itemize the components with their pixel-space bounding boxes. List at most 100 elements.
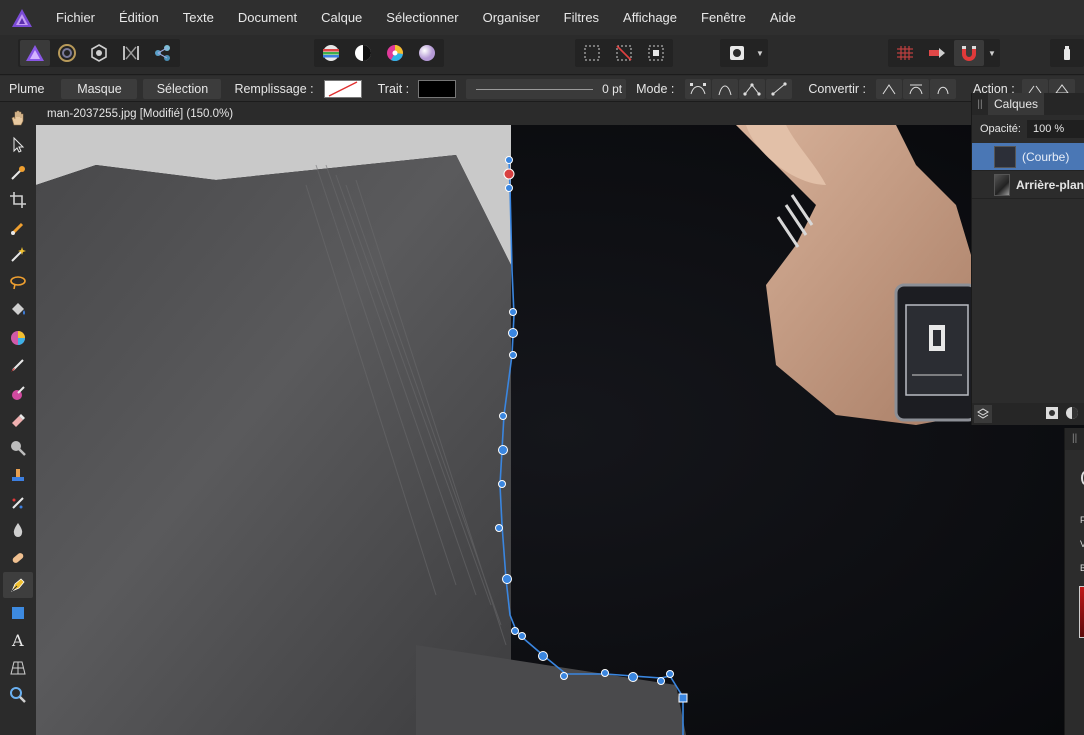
auto-white-balance-icon[interactable] (412, 40, 442, 66)
assistant-group (1050, 39, 1084, 67)
flood-fill-tool-icon[interactable] (3, 297, 33, 323)
path-node[interactable] (495, 524, 503, 532)
grid-icon[interactable] (890, 40, 920, 66)
convert-sharp-icon[interactable] (876, 78, 902, 99)
path-node[interactable] (666, 670, 674, 678)
selection-button[interactable]: Sélection (143, 78, 222, 99)
menu-affichage[interactable]: Affichage (611, 0, 689, 35)
path-node[interactable] (498, 480, 506, 488)
auto-colors-icon[interactable] (380, 40, 410, 66)
layer-row-background[interactable]: Arrière-plan (972, 171, 1084, 199)
path-node[interactable] (509, 308, 517, 316)
path-node[interactable] (499, 412, 507, 420)
convert-smart-icon[interactable] (930, 78, 956, 99)
layer-row-curve[interactable]: (Courbe) (972, 143, 1084, 171)
pen-tool-icon[interactable] (3, 572, 33, 598)
deselect-icon[interactable] (609, 40, 639, 66)
adjustment-layer-icon[interactable] (1065, 406, 1079, 423)
magic-wand-tool-icon[interactable] (3, 242, 33, 268)
path-node-selected[interactable] (503, 168, 515, 180)
auto-contrast-icon[interactable] (348, 40, 378, 66)
patch-tool-icon[interactable] (3, 545, 33, 571)
smart-mode-icon[interactable] (712, 78, 739, 99)
path-node[interactable] (657, 677, 665, 685)
auto-levels-icon[interactable] (316, 40, 346, 66)
layer-stack-icon[interactable] (974, 405, 992, 423)
assistant-icon[interactable] (1052, 40, 1082, 66)
menu-selectionner[interactable]: Sélectionner (374, 0, 470, 35)
selection-brush-tool-icon[interactable] (3, 215, 33, 241)
polygon-mode-icon[interactable] (739, 78, 766, 99)
export-persona-icon[interactable] (148, 40, 178, 66)
move-tool-icon[interactable] (3, 132, 33, 158)
marquee-selection-icon[interactable] (577, 40, 607, 66)
pen-mode-icon[interactable] (685, 78, 712, 99)
menu-organiser[interactable]: Organiser (471, 0, 552, 35)
affinity-photo-logo[interactable] (0, 0, 44, 35)
mask-button[interactable]: Masque (61, 78, 138, 99)
path-node[interactable] (518, 632, 526, 640)
path-node[interactable] (505, 184, 513, 192)
quick-mask-dropdown-icon[interactable]: ▼ (754, 40, 766, 66)
menu-document[interactable]: Document (226, 0, 309, 35)
path-node[interactable] (601, 669, 609, 677)
path-node[interactable] (560, 672, 568, 680)
path-node[interactable] (502, 574, 512, 584)
hand-tool-icon[interactable] (3, 105, 33, 131)
path-node[interactable] (628, 672, 638, 682)
path-node[interactable] (505, 156, 513, 164)
snapping-dropdown-icon[interactable]: ▼ (986, 40, 998, 66)
opacity-field[interactable]: 100 % (1026, 120, 1084, 138)
quick-mask-icon[interactable] (722, 40, 752, 66)
gradient-tool-icon[interactable] (3, 325, 33, 351)
path-node[interactable] (498, 445, 508, 455)
menu-filtres[interactable]: Filtres (552, 0, 611, 35)
layers-tab[interactable]: Calques (988, 93, 1045, 115)
freehand-selection-tool-icon[interactable] (3, 270, 33, 296)
inpainting-tool-icon[interactable] (3, 490, 33, 516)
path-node[interactable] (511, 627, 519, 635)
stroke-swatch[interactable] (418, 79, 457, 98)
path-end-node[interactable] (678, 693, 688, 703)
menu-fenetre[interactable]: Fenêtre (689, 0, 758, 35)
photo-persona-icon[interactable] (20, 40, 50, 66)
path-node[interactable] (508, 328, 518, 338)
rectangle-tool-icon[interactable] (3, 600, 33, 626)
color-picker-tool-icon[interactable] (3, 160, 33, 186)
path-node[interactable] (509, 351, 517, 359)
mask-layer-icon[interactable] (1045, 406, 1059, 423)
document-tab[interactable]: man-2037255.jpg [Modifié] (150.0%) (36, 103, 1084, 125)
develop-persona-icon[interactable] (84, 40, 114, 66)
menu-texte[interactable]: Texte (171, 0, 226, 35)
erase-brush-tool-icon[interactable] (3, 407, 33, 433)
fill-swatch[interactable] (323, 79, 362, 98)
document-canvas[interactable] (36, 125, 1084, 735)
tone-mapping-persona-icon[interactable] (116, 40, 146, 66)
color-replacement-tool-icon[interactable] (3, 380, 33, 406)
line-mode-icon[interactable] (766, 78, 793, 99)
paint-brush-tool-icon[interactable] (3, 352, 33, 378)
artistic-text-tool-icon[interactable]: A (3, 627, 33, 653)
menu-aide[interactable]: Aide (758, 0, 808, 35)
dodge-tool-icon[interactable] (3, 435, 33, 461)
color-panel-grip-icon[interactable]: || (1065, 428, 1084, 450)
snapping-magnet-icon[interactable] (954, 40, 984, 66)
panel-grip-icon[interactable]: || (972, 99, 988, 110)
zoom-tool-icon[interactable] (3, 682, 33, 708)
menu-edition[interactable]: Édition (107, 0, 171, 35)
blur-tool-icon[interactable] (3, 517, 33, 543)
mesh-warp-tool-icon[interactable] (3, 655, 33, 681)
opacity-row: Opacité: 100 % (972, 115, 1084, 143)
stroke-width-slider[interactable]: 0 pt (466, 78, 627, 99)
path-node[interactable] (538, 651, 548, 661)
liquify-persona-icon[interactable] (52, 40, 82, 66)
crop-tool-icon[interactable] (3, 187, 33, 213)
invert-selection-icon[interactable] (641, 40, 671, 66)
context-toolbar: Plume Masque Sélection Remplissage : Tra… (0, 76, 1084, 102)
clone-tool-icon[interactable] (3, 462, 33, 488)
convert-smooth-icon[interactable] (903, 78, 929, 99)
menu-calque[interactable]: Calque (309, 0, 374, 35)
color-swatch[interactable] (1079, 586, 1084, 638)
menu-fichier[interactable]: Fichier (44, 0, 107, 35)
force-pixel-alignment-icon[interactable] (922, 40, 952, 66)
